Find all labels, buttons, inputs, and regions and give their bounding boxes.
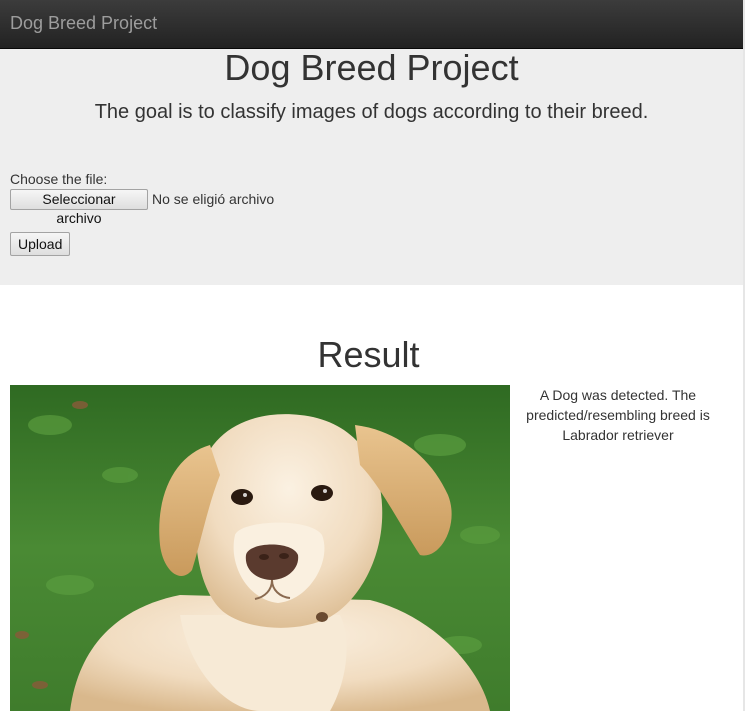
navbar-brand[interactable]: Dog Breed Project bbox=[10, 12, 157, 34]
page-subtitle: The goal is to classify images of dogs a… bbox=[94, 101, 649, 123]
file-input-label: Choose the file: bbox=[10, 171, 108, 187]
result-title: Result bbox=[317, 334, 420, 375]
page-title: Dog Breed Project bbox=[224, 47, 519, 88]
no-file-chosen-text: No se eligió archivo bbox=[152, 191, 275, 207]
labrador-photo-illustration bbox=[10, 385, 510, 711]
header-section: Dog Breed Project The goal is to classif… bbox=[0, 49, 743, 285]
upload-button[interactable]: Upload bbox=[10, 232, 70, 256]
prediction-result-text: A Dog was detected. The predicted/resemb… bbox=[526, 387, 710, 443]
top-navbar: Dog Breed Project bbox=[0, 0, 743, 49]
result-dog-image bbox=[10, 385, 510, 711]
choose-file-button[interactable]: Seleccionar archivo bbox=[10, 189, 148, 226]
